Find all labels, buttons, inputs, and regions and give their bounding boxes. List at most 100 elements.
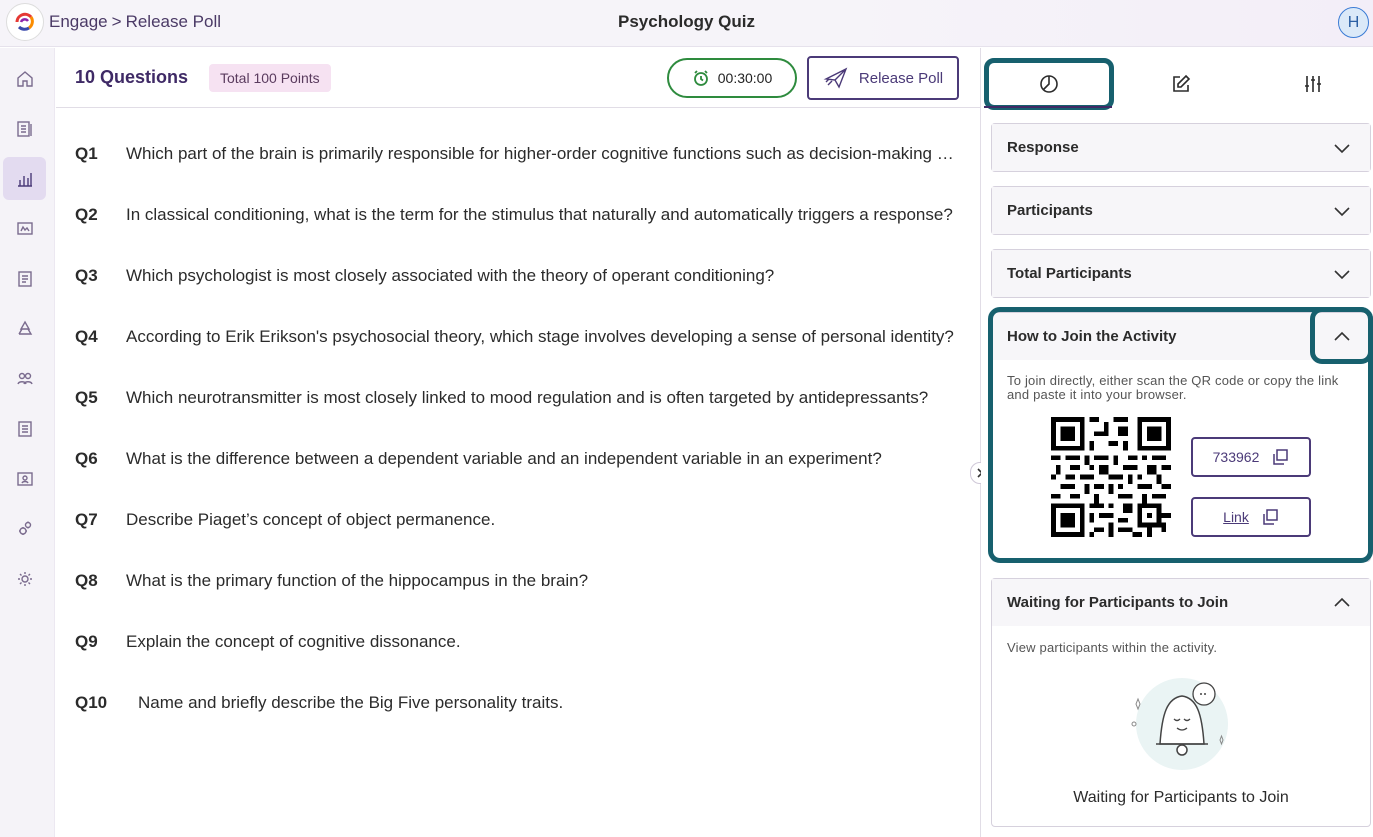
chevron-up-icon[interactable] (1332, 327, 1352, 347)
waiting-section: Waiting for Participants to Join View pa… (991, 578, 1371, 827)
active-tab-indicator (984, 106, 1112, 108)
question-number: Q1 (75, 144, 98, 163)
response-title: Response (1007, 139, 1079, 156)
question-text: Which part of the brain is primarily res… (126, 144, 955, 163)
timer-value: 00:30:00 (717, 70, 773, 86)
sidebar-item-analytics[interactable] (3, 157, 46, 200)
question-number: Q9 (75, 632, 98, 651)
question-number: Q6 (75, 449, 98, 468)
question-number: Q7 (75, 510, 98, 529)
question-text: What is the difference between a depende… (126, 449, 882, 468)
chevron-down-icon (1332, 264, 1352, 284)
bell-illustration-icon (1131, 678, 1228, 770)
qr-code (1051, 417, 1171, 537)
list-icon (17, 420, 32, 437)
sidebar-item-presentation[interactable] (3, 207, 46, 250)
total-participants-title: Total Participants (1007, 265, 1132, 282)
sidebar-item-reports[interactable] (3, 457, 46, 500)
paper-plane-icon (823, 67, 848, 89)
participants-title: Participants (1007, 202, 1093, 219)
release-poll-label: Release Poll (858, 69, 944, 87)
question-count: 10 Questions (75, 67, 189, 87)
waiting-header[interactable]: Waiting for Participants to Join (992, 579, 1370, 626)
recycle-icon (17, 320, 32, 335)
alarm-clock-icon (693, 70, 708, 86)
sidebar-item-groups[interactable] (3, 357, 46, 400)
sidebar-item-library[interactable] (3, 107, 46, 150)
question-number: Q2 (75, 205, 98, 224)
questions-header: 10 Questions Total 100 Points 00:30:00 R… (56, 48, 980, 108)
points-badge: Total 100 Points (209, 64, 331, 92)
waiting-caption: Waiting for Participants to Join (1073, 789, 1289, 806)
edit-icon (1173, 74, 1191, 92)
question-item[interactable]: Q1 Which part of the brain is primarily … (75, 139, 955, 169)
gradebook-icon (17, 270, 32, 287)
question-number: Q8 (75, 571, 98, 590)
sidebar-item-list[interactable] (3, 407, 46, 450)
question-item[interactable]: Q8 What is the primary function of the h… (75, 566, 955, 596)
response-header[interactable]: Response (992, 124, 1370, 171)
sidebar-item-home[interactable] (3, 57, 46, 100)
join-activity-section: How to Join the Activity To join directl… (991, 312, 1371, 562)
tab-edit[interactable] (1116, 58, 1246, 110)
sliders-icon (1305, 76, 1321, 92)
copy-code-button[interactable]: 733962 (1191, 437, 1311, 477)
settings-icon (17, 571, 32, 586)
join-activity-title: How to Join the Activity (1007, 328, 1177, 345)
question-text: According to Erik Erikson's psychosocial… (126, 327, 954, 346)
tab-results[interactable] (984, 58, 1114, 110)
panel-tabs (981, 48, 1373, 110)
tab-settings[interactable] (1248, 58, 1373, 110)
avatar[interactable]: H (1338, 7, 1369, 38)
copy-icon (1273, 449, 1289, 465)
question-text: What is the primary function of the hipp… (126, 571, 589, 590)
total-participants-header[interactable]: Total Participants (992, 250, 1370, 297)
join-instructions: To join directly, either scan the QR cod… (1007, 373, 1339, 402)
question-item[interactable]: Q10 Name and briefly describe the Big Fi… (75, 688, 955, 718)
sidebar-item-settings[interactable] (3, 557, 46, 600)
release-poll-button[interactable]: Release Poll (807, 56, 959, 100)
total-participants-section: Total Participants (991, 249, 1371, 298)
chevron-down-icon (1332, 138, 1352, 158)
link-label: Link (1223, 509, 1249, 525)
chevron-up-icon (1332, 593, 1352, 613)
question-number: Q10 (75, 693, 108, 712)
integrations-icon (18, 521, 31, 535)
question-item[interactable]: Q9 Explain the concept of cognitive diss… (75, 627, 955, 657)
question-text: Explain the concept of cognitive dissona… (126, 632, 461, 651)
question-item[interactable]: Q3 Which psychologist is most closely as… (75, 261, 955, 291)
reports-icon (16, 471, 33, 486)
participants-section: Participants (991, 186, 1371, 235)
waiting-subtitle: View participants within the activity. (1007, 640, 1218, 655)
breadcrumb: Engage > Release Poll (49, 12, 221, 32)
sidebar-item-integrations[interactable] (3, 507, 46, 550)
question-item[interactable]: Q7 Describe Piaget’s concept of object p… (75, 505, 955, 535)
top-bar: Engage > Release Poll Psychology Quiz H (0, 0, 1373, 47)
groups-icon (16, 372, 33, 384)
copy-link-button[interactable]: Link (1191, 497, 1311, 537)
question-item[interactable]: Q4 According to Erik Erikson's psychosoc… (75, 322, 955, 352)
question-text: Name and briefly describe the Big Five p… (138, 693, 564, 712)
sidebar-item-gradebook[interactable] (3, 257, 46, 300)
question-text: Describe Piaget’s concept of object perm… (126, 510, 496, 529)
sidebar-item-recycle[interactable] (3, 307, 46, 350)
timer-button[interactable]: 00:30:00 (667, 58, 797, 98)
copy-icon (1263, 509, 1278, 525)
pie-chart-icon (1040, 75, 1058, 93)
join-activity-header: How to Join the Activity (992, 313, 1370, 360)
question-number: Q3 (75, 266, 98, 285)
app-logo[interactable] (6, 3, 44, 41)
breadcrumb-engage[interactable]: Engage (49, 12, 108, 32)
question-text: Which neurotransmitter is most closely l… (126, 388, 929, 407)
breadcrumb-separator: > (111, 12, 122, 31)
question-item[interactable]: Q5 Which neurotransmitter is most closel… (75, 383, 955, 413)
join-code: 733962 (1212, 449, 1260, 465)
question-item[interactable]: Q2 In classical conditioning, what is th… (75, 200, 955, 230)
chevron-down-icon (1332, 201, 1352, 221)
sidebar (0, 48, 55, 837)
participants-header[interactable]: Participants (992, 187, 1370, 234)
question-item[interactable]: Q6 What is the difference between a depe… (75, 444, 955, 474)
question-number: Q4 (75, 327, 98, 346)
question-text: Which psychologist is most closely assoc… (126, 266, 775, 285)
waiting-title: Waiting for Participants to Join (1007, 594, 1229, 611)
